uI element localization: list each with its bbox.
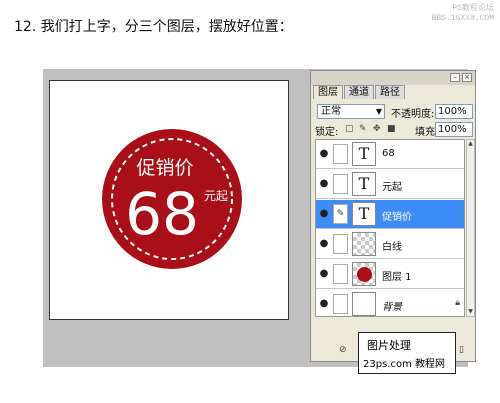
tab-channels[interactable]: 通道 [344,85,374,99]
badge-title: 促销价 [136,157,193,179]
minimize-icon[interactable]: – [450,73,460,82]
step-heading: 12. 我们打上字，分三个图层，摆放好位置： [14,19,293,35]
chevron-down-icon: ▼ [375,107,382,116]
layer-name: 68 [382,148,395,159]
layer-list: ● T 68 ● T 元起 ● ✎ T 促销价 ● 白线 ● 图层 1 ● 背景… [315,139,465,317]
link-toggle[interactable] [333,144,348,164]
layer-name: 元起 [382,182,402,193]
eye-icon[interactable]: ● [318,178,330,190]
panel-titlebar[interactable]: – × [311,71,475,85]
layer-row[interactable]: ● 白线 [316,230,464,259]
link-toggle[interactable] [333,294,348,314]
lock-label: 锁定: [315,127,339,138]
layer-row[interactable]: ● T 68 [316,140,464,169]
trash-icon[interactable]: ▯ [459,345,464,355]
text-layer-thumbnail: T [352,142,376,166]
layer-row[interactable]: ● 背景 🔒︎ [316,290,464,316]
link-toggle[interactable] [333,234,348,254]
text-layer-thumbnail: T [352,202,376,226]
layer-name: 背景 [382,302,402,313]
overlay-line-1: 图片处理 [367,339,411,352]
link-layers-icon[interactable]: ⊘ [339,345,347,355]
tab-paths[interactable]: 路径 [375,85,405,99]
link-toggle[interactable] [333,174,348,194]
scroll-down-icon[interactable]: ▼ [467,308,474,316]
circle-layer-thumbnail [352,262,376,286]
transparent-layer-thumbnail [352,232,376,256]
lock-brush-icon[interactable]: ✎ [359,124,367,134]
opacity-field[interactable]: 100% [435,104,473,119]
lock-icon: 🔒︎ [455,298,460,308]
close-icon[interactable]: × [462,73,472,82]
fill-field[interactable]: 100% [435,122,473,137]
layers-panel: – × 图层 通道 路径 正常 ▼ 不透明度: 100% 锁定: ▢ ✎ ✥ ■… [310,70,476,362]
layer-row[interactable]: ● T 元起 [316,170,464,199]
eye-icon[interactable]: ● [318,208,330,220]
overlay-watermark-box: 图片处理 23ps.com 教程网 [358,332,456,374]
document-canvas[interactable]: 促销价 68 元起 [49,80,289,320]
red-circle-icon [357,267,372,282]
eye-icon[interactable]: ● [318,268,330,280]
watermark-line-2: BBS.16XX8.COM [431,14,494,23]
watermark-line-1: PS教程论坛 [452,4,494,13]
text-layer-thumbnail: T [352,172,376,196]
link-toggle[interactable] [333,264,348,284]
badge-suffix: 元起 [204,189,228,203]
panel-tabs: 图层 通道 路径 [313,85,406,101]
layer-name: 图层 1 [382,272,412,283]
background-layer-thumbnail [352,292,376,316]
brush-icon[interactable]: ✎ [333,204,348,224]
eye-icon[interactable]: ● [318,298,330,310]
lock-all-icon[interactable]: ■ [387,124,396,134]
layer-name: 促销价 [382,212,412,223]
badge-price: 68 [125,180,199,248]
eye-icon[interactable]: ● [318,238,330,250]
blend-mode-select[interactable]: 正常 ▼ [317,104,385,119]
site-watermark: PS教程论坛 BBS.16XX8.COM [432,4,494,24]
layer-row[interactable]: ● 图层 1 [316,260,464,289]
scroll-up-icon[interactable]: ▲ [467,140,474,148]
lock-transparency-icon[interactable]: ▢ [345,124,354,134]
price-badge: 促销价 68 元起 [102,129,242,269]
lock-move-icon[interactable]: ✥ [373,124,381,134]
eye-icon[interactable]: ● [318,148,330,160]
blend-mode-value: 正常 [321,106,341,117]
layer-row[interactable]: ● ✎ T 促销价 [316,200,464,229]
overlay-line-2: 23ps.com 教程网 [363,359,445,370]
layer-name: 白线 [382,242,402,253]
tab-layers[interactable]: 图层 [313,85,343,99]
opacity-label: 不透明度: [391,109,435,120]
layer-list-scrollbar[interactable]: ▲ ▼ [466,139,475,317]
